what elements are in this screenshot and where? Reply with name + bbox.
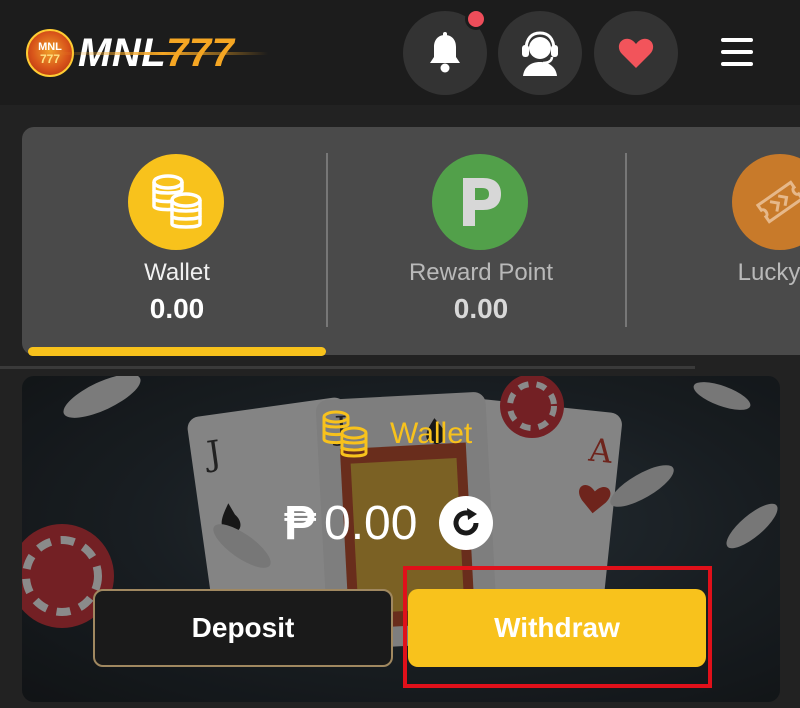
wallet-title-text: Wallet [390,417,473,450]
menu-bar [721,38,753,42]
wallet-title: Wallet [318,406,472,462]
menu-bar [721,62,753,66]
deposit-button[interactable]: Deposit [93,589,393,667]
tab-reward-value: 0.00 [453,293,509,324]
tab-reward-label: Reward Point [408,259,554,286]
ticket-icon [755,180,800,224]
bell-icon [430,32,460,73]
customer-support-button[interactable] [498,11,582,95]
tab-wallet[interactable]: Wallet 0.00 [22,127,322,355]
favorites-button[interactable] [594,11,678,95]
logo-underline [58,52,268,55]
wallet-balance: ₱ 0.00 [284,494,494,552]
coin-stack-icon [322,410,368,458]
refresh-icon [453,508,479,536]
active-tab-indicator [28,347,326,356]
app-header: MNL 777 MNL777 [0,0,800,105]
tab-wallet-value: 0.00 [149,293,205,324]
notification-badge [465,8,487,30]
coin-stack-icon [152,174,202,229]
tab-lucky-label: Lucky D [737,259,800,286]
p-letter-icon [463,178,501,226]
tab-wallet-icon-circle [128,154,224,250]
account-tabs: Wallet 0.00 Reward Point 0.00 Lucky D [22,127,800,356]
tab-wallet-label: Wallet [144,259,210,286]
withdraw-highlight-box [403,566,712,688]
tab-reward-point[interactable]: Reward Point 0.00 [326,127,626,355]
tab-lucky-draw[interactable]: Lucky D [626,127,800,355]
refresh-balance-button[interactable] [439,496,494,550]
headset-support-icon [522,31,558,76]
tab-reward-icon-circle [432,154,528,250]
balance-amount: 0.00 [324,496,418,550]
currency-symbol: ₱ [284,496,317,550]
hamburger-menu-button[interactable] [716,34,758,70]
tabs-separator [0,366,695,369]
heart-icon [618,38,654,68]
menu-bar [721,50,753,54]
tab-lucky-icon-circle [732,154,800,250]
